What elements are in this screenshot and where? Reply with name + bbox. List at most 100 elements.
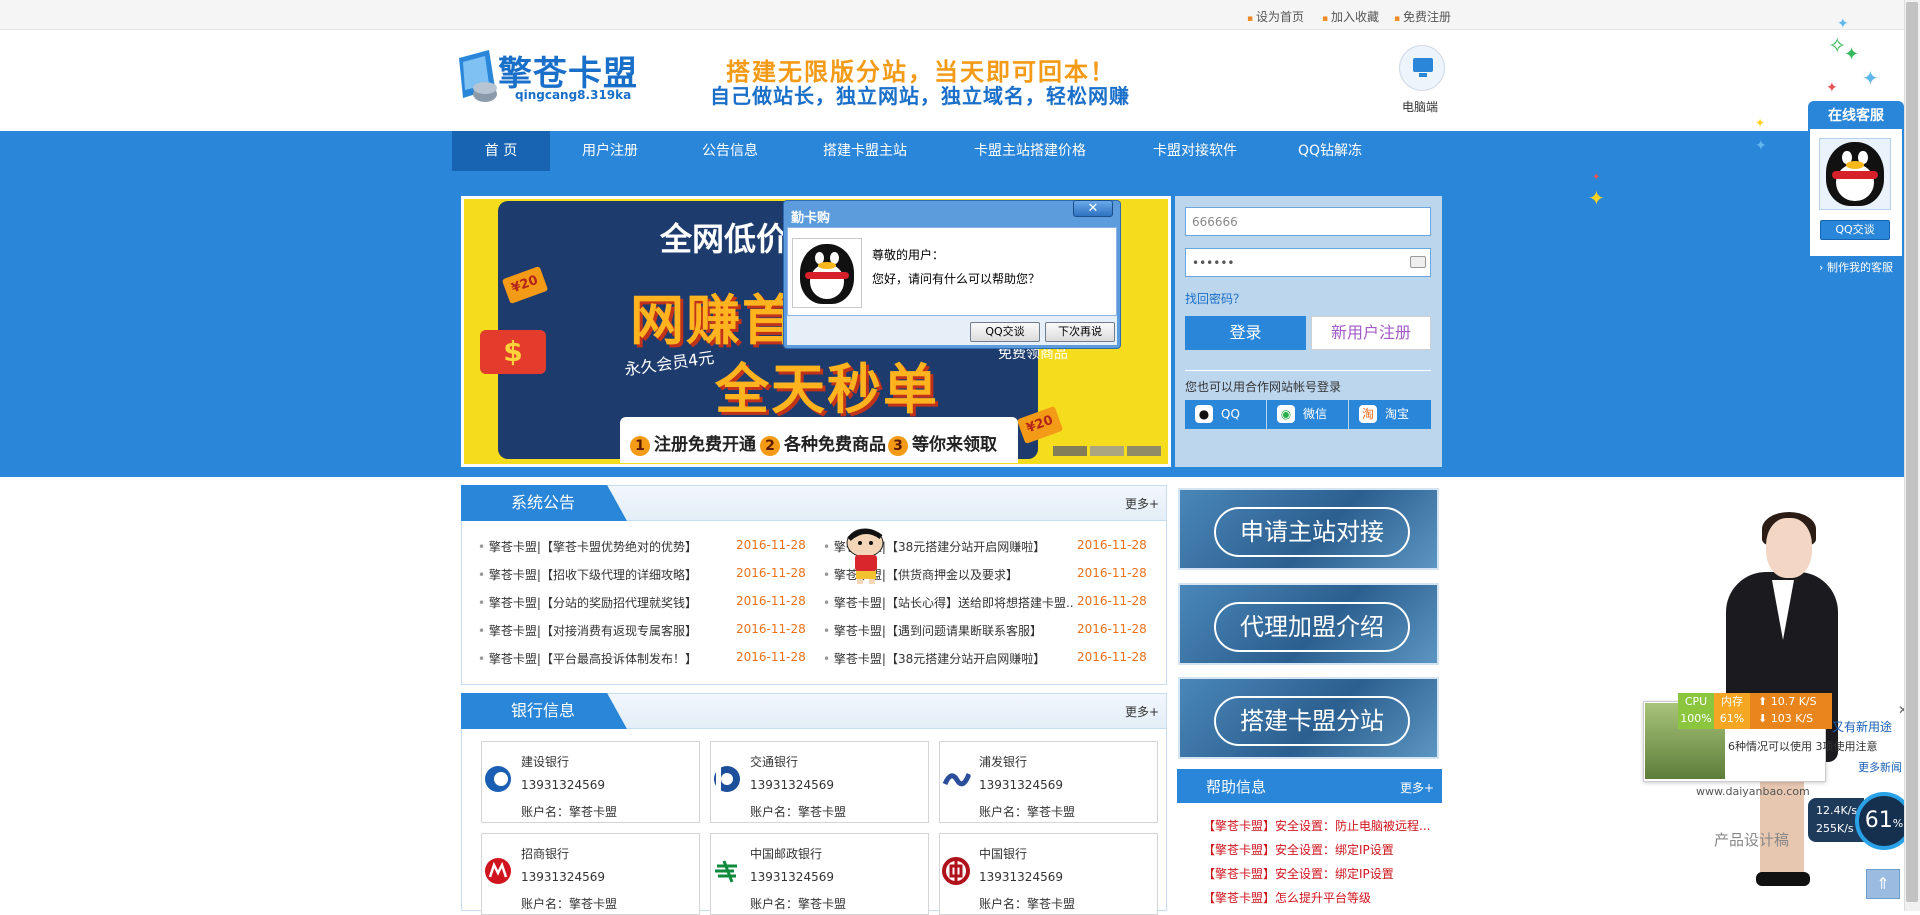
slide-dot[interactable] — [1090, 446, 1124, 456]
forgot-password-link[interactable]: 找回密码？ — [1185, 290, 1245, 307]
sparkle-icon: ✦ — [1592, 172, 1601, 183]
notice-item[interactable]: 擎苍卡盟|【对接消费有返现专属客服】 — [478, 622, 697, 639]
notice-item[interactable]: 擎苍卡盟|【遇到问题请果断联系客服】 — [823, 622, 1042, 639]
cmb-bank-icon — [485, 858, 511, 884]
scrollbar-thumb[interactable] — [1906, 2, 1918, 902]
sparkle-icon: ✦ — [1837, 16, 1849, 32]
slide-dot[interactable] — [1127, 446, 1161, 456]
keyboard-icon[interactable] — [1410, 256, 1426, 268]
bocom-bank-icon — [714, 766, 740, 792]
pc-version-label[interactable]: 电脑端 — [1402, 98, 1438, 115]
dialog-message: 您好，请问有什么可以帮助您？ — [872, 272, 1041, 286]
divider — [1185, 370, 1431, 371]
step-text: 注册免费开通 — [654, 435, 756, 455]
cpu-value: 100% — [1680, 712, 1712, 725]
bank-account-number: 13931324569 — [750, 870, 834, 884]
qq-penguin-icon — [800, 244, 854, 304]
notice-date: 2016-11-28 — [1077, 650, 1147, 664]
presenter-head — [1766, 518, 1812, 578]
news-description: 6种情况可以使用 3项使用注意 — [1728, 740, 1878, 753]
news-title[interactable]: 又有新用途 — [1832, 718, 1892, 735]
logo-subtitle: qingcang8.319ka — [515, 88, 632, 102]
banner-step: 2 各种免费商品 — [760, 430, 886, 456]
download-speed-value: 103 K/S — [1770, 712, 1814, 725]
top-utility-bar — [0, 0, 1904, 30]
step-number: 2 — [760, 436, 780, 456]
back-to-top-button[interactable]: ⇑ — [1866, 869, 1900, 899]
notice-item[interactable]: 擎苍卡盟|【招收下级代理的详细攻略】 — [478, 566, 697, 583]
promo-agent-join-label[interactable]: 代理加盟介绍 — [1214, 602, 1410, 652]
wechat-icon: ◉ — [1277, 405, 1295, 423]
notice-date: 2016-11-28 — [1077, 622, 1147, 636]
boc-bank-icon — [942, 857, 970, 885]
news-more-link[interactable]: 更多新闻 — [1858, 759, 1902, 775]
sparkle-icon: ✦ — [1862, 66, 1879, 90]
down-arrow-icon: ⬇ — [1758, 712, 1768, 725]
watermark-url: www.daiyanbao.com — [1696, 785, 1810, 798]
up-arrow-icon: ⬆ — [1758, 695, 1768, 708]
qq-penguin-icon — [1826, 142, 1884, 206]
set-homepage-link[interactable]: 设为首页 — [1247, 8, 1304, 25]
password-input[interactable] — [1185, 248, 1431, 277]
step-number: 1 — [630, 436, 650, 456]
network-meter: ⬆ 10.7 K/S ⬇ 103 K/S — [1750, 693, 1832, 729]
logo-cube-icon[interactable] — [455, 48, 503, 104]
cartoon-character-icon — [846, 528, 884, 584]
add-favorite-link[interactable]: 加入收藏 — [1322, 8, 1379, 25]
make-my-service-link[interactable]: › 制作我的客服 — [1810, 256, 1902, 280]
bank-account-holder: 账户名：擎苍卡盟 — [979, 805, 1076, 819]
notice-item[interactable]: 擎苍卡盟|【平台最高投诉体制发布！】 — [478, 650, 697, 667]
step-text: 等你来领取 — [912, 435, 997, 455]
bank-account-holder: 账户名：擎苍卡盟 — [750, 805, 847, 819]
help-more-link[interactable]: 更多+ — [1400, 779, 1434, 796]
ring-unit: % — [1892, 817, 1904, 830]
promo-build-substation-label[interactable]: 搭建卡盟分站 — [1214, 696, 1410, 746]
notice-item[interactable]: 擎苍卡盟|【分站的奖励招代理就奖钱】 — [478, 594, 697, 611]
credit-text: 产品设计稿 — [1714, 831, 1790, 849]
dialog-close-button[interactable]: ✕ — [1073, 200, 1113, 217]
ccb-bank-icon — [485, 766, 511, 792]
notice-date: 2016-11-28 — [736, 650, 806, 664]
nav-build-main-site[interactable]: 搭建卡盟主站 — [800, 131, 930, 171]
nav-qq-unfreeze[interactable]: QQ钻解冻 — [1285, 131, 1375, 171]
bank-more-link[interactable]: 更多+ — [1125, 703, 1159, 720]
notice-more-link[interactable]: 更多+ — [1125, 495, 1159, 512]
nav-register[interactable]: 用户注册 — [560, 131, 660, 171]
step-text: 各种免费商品 — [784, 435, 886, 455]
username-input[interactable] — [1185, 207, 1431, 236]
help-item[interactable]: 【擎苍卡盟】安全设置：绑定IP设置 — [1203, 841, 1394, 858]
ring-value: 61 — [1864, 808, 1893, 833]
bank-account-holder: 账户名：擎苍卡盟 — [521, 897, 618, 911]
notice-item[interactable]: 擎苍卡盟|【站长心得】送给即将想搭建卡盟... — [823, 594, 1073, 611]
bank-account-number: 13931324569 — [521, 778, 605, 792]
notice-item[interactable]: 擎苍卡盟|【38元搭建分站开启网赚啦】 — [823, 650, 1045, 667]
banner-step: 1 注册免费开通 — [630, 430, 756, 456]
dialog-qq-chat-button[interactable]: QQ交谈 — [970, 322, 1040, 342]
step-number: 3 — [888, 436, 908, 456]
help-item[interactable]: 【擎苍卡盟】安全设置：防止电脑被远程... — [1203, 817, 1430, 834]
money-wing-icon: $ — [480, 330, 546, 374]
nav-home[interactable]: 首 页 — [452, 131, 550, 171]
bank-name: 交通银行 — [750, 755, 799, 769]
slide-dot[interactable] — [1053, 446, 1087, 456]
online-service-title: 在线客服 — [1810, 103, 1902, 129]
notice-item[interactable]: 擎苍卡盟|【擎苍卡盟优势绝对的优势】 — [478, 538, 697, 555]
help-item[interactable]: 【擎苍卡盟】怎么提升平台等级 — [1203, 889, 1371, 906]
presenter-shoes — [1756, 872, 1810, 886]
nav-notices[interactable]: 公告信息 — [680, 131, 780, 171]
alt-login-label: 您也可以用合作网站帐号登录 — [1185, 380, 1342, 394]
dialog-later-button[interactable]: 下次再说 — [1045, 322, 1115, 342]
spdb-bank-icon — [942, 773, 971, 787]
upload-speed-value: 10.7 K/S — [1770, 695, 1817, 708]
promo-main-site-connect-label[interactable]: 申请主站对接 — [1214, 507, 1410, 557]
sparkle-icon: ✦ — [1755, 138, 1767, 154]
nav-build-price[interactable]: 卡盟主站搭建价格 — [955, 131, 1105, 171]
service-qq-chat-button[interactable]: QQ交谈 — [1820, 220, 1890, 240]
notice-date: 2016-11-28 — [1077, 594, 1147, 608]
nav-connect-software[interactable]: 卡盟对接软件 — [1135, 131, 1255, 171]
bank-account-number: 13931324569 — [750, 778, 834, 792]
login-button[interactable]: 登录 — [1185, 316, 1306, 350]
free-register-link[interactable]: 免费注册 — [1394, 8, 1451, 25]
new-user-register-button[interactable]: 新用户注册 — [1311, 316, 1431, 350]
help-item[interactable]: 【擎苍卡盟】安全设置：绑定IP设置 — [1203, 865, 1394, 882]
